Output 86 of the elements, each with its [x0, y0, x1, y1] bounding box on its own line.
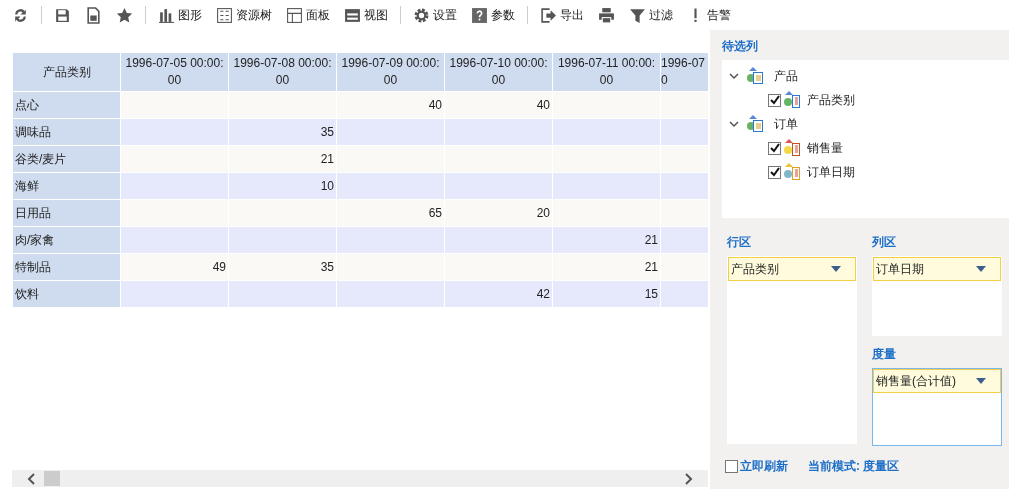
column-header: 1996-07-11 00:00: 00 [552, 52, 661, 92]
column-header: 1996-07-05 00:00: 00 [120, 52, 229, 92]
row-header: 谷类/麦片 [12, 145, 121, 173]
expand-icon[interactable] [728, 70, 740, 82]
toolbar-button[interactable]: 图形 [152, 4, 208, 26]
checkbox[interactable] [768, 141, 781, 155]
drop-zone[interactable]: 销售量(合计值) [872, 368, 1002, 446]
field-chip[interactable]: 产品类别 [728, 257, 856, 281]
caret-icon [831, 266, 841, 272]
field-icon [783, 139, 801, 157]
table-cell: 35 [228, 253, 337, 281]
row-header: 饮料 [12, 280, 121, 308]
zone-title: 度量 [872, 346, 897, 362]
export-icon [540, 6, 557, 24]
tree-item[interactable]: 产品 [774, 67, 798, 85]
section-title: 待选列 [722, 38, 759, 54]
help-icon [471, 6, 488, 24]
horizontal-scrollbar[interactable] [12, 470, 708, 487]
table-cell: 21 [228, 145, 337, 173]
table-cell: 40 [336, 91, 445, 119]
table-cell: 15 [552, 280, 661, 308]
row-header: 特制品 [12, 253, 121, 281]
gear-icon [413, 6, 430, 24]
checkbox-label[interactable]: 立即刷新 [740, 458, 788, 475]
checkbox[interactable] [768, 165, 781, 179]
row-header: 日用品 [12, 199, 121, 227]
list-icon [216, 6, 233, 24]
row-header: 海鲜 [12, 172, 121, 200]
table-cell: 21 [552, 253, 661, 281]
table-cell: 42 [444, 280, 553, 308]
tree-item[interactable]: 销售量 [807, 139, 843, 157]
document-icon [85, 6, 102, 24]
toolbar-button[interactable]: 参数 [465, 4, 521, 26]
field-icon [783, 91, 801, 109]
layout-icon [286, 6, 303, 24]
field-icon [783, 163, 801, 181]
field-chip[interactable]: 销售量(合计值) [873, 369, 1001, 393]
table-cell: 20 [444, 199, 553, 227]
tree-item[interactable]: 产品类别 [807, 91, 855, 109]
scroll-left-icon[interactable] [26, 472, 36, 485]
row-header: 点心 [12, 91, 121, 119]
table-icon [746, 67, 764, 85]
tree-item[interactable]: 订单 [774, 115, 798, 133]
column-header: 1996-07-08 00:00: 00 [228, 52, 337, 92]
window-icon [344, 6, 361, 24]
scroll-thumb[interactable] [44, 471, 60, 486]
drop-zone[interactable]: 产品类别 [727, 256, 857, 444]
table-cell: 21 [552, 226, 661, 254]
toolbar-button[interactable]: 资源树 [210, 4, 278, 26]
table-cell: 10 [228, 172, 337, 200]
toolbar-button[interactable]: 面板 [280, 4, 336, 26]
row-header: 调味品 [12, 118, 121, 146]
expand-icon[interactable] [728, 118, 740, 130]
table-cell: 40 [444, 91, 553, 119]
printer-icon [598, 6, 615, 24]
caret-icon [976, 266, 986, 272]
zone-title: 行区 [727, 234, 752, 250]
bar-chart-icon [158, 6, 175, 24]
checkbox[interactable] [768, 93, 781, 107]
zone-title: 列区 [872, 234, 897, 250]
drop-zone[interactable]: 订单日期 [872, 256, 1002, 336]
mode-label: 当前模式: 度量区 [808, 458, 900, 475]
toolbar-button[interactable]: 过滤 [623, 4, 679, 26]
toolbar-button[interactable]: 视图 [338, 4, 394, 26]
table-cell: 65 [336, 199, 445, 227]
toolbar-button[interactable]: 设置 [407, 4, 463, 26]
exclamation-icon [694, 8, 697, 22]
table-icon [746, 115, 764, 133]
scroll-right-icon[interactable] [684, 472, 694, 485]
caret-icon [976, 378, 986, 384]
tree-item[interactable]: 订单日期 [807, 163, 855, 181]
field-chip[interactable]: 订单日期 [873, 257, 1001, 281]
checkbox[interactable] [725, 460, 738, 473]
table-cell: 35 [228, 118, 337, 146]
column-header: 1996-07 0 [660, 52, 708, 92]
save-icon [54, 6, 71, 24]
filter-icon [629, 6, 646, 24]
row-header: 肉/家禽 [12, 226, 121, 254]
refresh-icon [12, 6, 29, 24]
toolbar-button[interactable]: 告警 [681, 4, 737, 26]
table-cell: 49 [120, 253, 229, 281]
column-header: 1996-07-10 00:00: 00 [444, 52, 553, 92]
header-cell: 产品类别 [12, 52, 121, 92]
star-icon [116, 6, 133, 24]
toolbar-button[interactable]: 导出 [534, 4, 590, 26]
column-header: 1996-07-09 00:00: 00 [336, 52, 445, 92]
